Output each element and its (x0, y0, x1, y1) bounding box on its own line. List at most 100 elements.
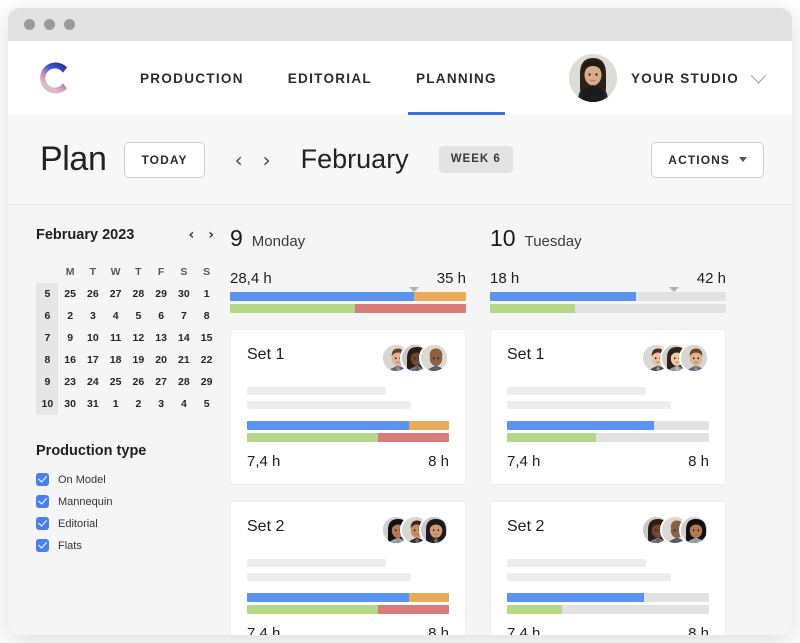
bar-segment (636, 292, 726, 301)
calendar-day[interactable]: 22 (195, 349, 218, 371)
card-bar-bottom (507, 605, 709, 614)
set-card[interactable]: Set 2 7,4 h 8 h (490, 501, 726, 635)
calendar-day[interactable]: 1 (104, 393, 127, 415)
week-number[interactable]: 8 (36, 349, 59, 371)
nav-link-planning[interactable]: PLANNING (394, 41, 519, 115)
bar-segment (247, 605, 379, 614)
card-bars (507, 421, 709, 442)
calendar-day[interactable]: 30 (59, 393, 82, 415)
calendar-day[interactable]: 28 (173, 371, 196, 393)
weekday-header: F (157, 266, 165, 278)
calendar-day[interactable]: 30 (173, 283, 196, 305)
bar-segment (408, 421, 449, 430)
nav-link-editorial[interactable]: EDITORIAL (266, 41, 394, 115)
next-month-button[interactable]: › (259, 148, 275, 172)
calendar-day[interactable]: 16 (59, 349, 82, 371)
checkbox-flats[interactable] (36, 539, 49, 552)
calendar-day[interactable]: 27 (150, 371, 173, 393)
card-header: Set 2 (507, 515, 709, 545)
calendar-day[interactable]: 19 (127, 349, 150, 371)
calendar-day[interactable]: 10 (82, 327, 105, 349)
user-menu[interactable]: YOUR STUDIO (568, 54, 767, 102)
set-card[interactable]: Set 2 7,4 h 8 h (230, 501, 466, 635)
week-number[interactable]: 7 (36, 327, 59, 349)
card-bar-top (507, 421, 709, 430)
calendar-day[interactable]: 31 (82, 393, 105, 415)
filter-on-model[interactable]: On Model (36, 473, 214, 486)
avatar-group[interactable] (381, 343, 449, 373)
calendar-day[interactable]: 28 (127, 283, 150, 305)
checkbox-editorial[interactable] (36, 517, 49, 530)
placeholder-line (247, 573, 411, 581)
calendar-day[interactable]: 18 (104, 349, 127, 371)
calendar-day[interactable]: 7 (173, 305, 196, 327)
calendar-day[interactable]: 2 (127, 393, 150, 415)
calendar-day[interactable]: 12 (127, 327, 150, 349)
filter-editorial[interactable]: Editorial (36, 517, 214, 530)
card-footer: 7,4 h 8 h (247, 625, 449, 635)
filter-mannequin[interactable]: Mannequin (36, 495, 214, 508)
bar-segment (355, 304, 466, 313)
calendar-day[interactable]: 26 (127, 371, 150, 393)
calendar-day[interactable]: 29 (195, 371, 218, 393)
brand-logo-icon[interactable] (32, 56, 76, 100)
calendar-day[interactable]: 2 (59, 305, 82, 327)
set-card[interactable]: Set 1 7,4 h 8 h (230, 329, 466, 485)
calendar-day[interactable]: 15 (195, 327, 218, 349)
calendar-day[interactable]: 1 (195, 283, 218, 305)
minimize-dot[interactable] (44, 19, 55, 30)
filter-label: Mannequin (58, 495, 113, 508)
maximize-dot[interactable] (64, 19, 75, 30)
calendar-day[interactable]: 4 (104, 305, 127, 327)
card-hours-target: 8 h (688, 453, 709, 470)
calendar-day[interactable]: 11 (104, 327, 127, 349)
calendar-day[interactable]: 24 (82, 371, 105, 393)
close-dot[interactable] (24, 19, 35, 30)
bar-segment (230, 304, 356, 313)
calendar-day[interactable]: 23 (59, 371, 82, 393)
calendar-day[interactable]: 8 (195, 305, 218, 327)
avatar-group[interactable] (641, 515, 709, 545)
week-number[interactable]: 9 (36, 371, 59, 393)
calendar-day[interactable]: 13 (150, 327, 173, 349)
filter-flats[interactable]: Flats (36, 539, 214, 552)
calendar-prev-button[interactable]: ‹ (188, 228, 194, 242)
filter-label: On Model (58, 473, 106, 486)
calendar-next-button[interactable]: › (208, 228, 214, 242)
actions-button[interactable]: ACTIONS (651, 141, 764, 178)
set-card[interactable]: Set 1 7,4 h 8 h (490, 329, 726, 485)
today-button[interactable]: TODAY (124, 141, 205, 178)
calendar-week-row: 5 25 26 27 28 29 30 1 (36, 283, 218, 305)
calendar-day[interactable]: 21 (173, 349, 196, 371)
calendar-day[interactable]: 5 (195, 393, 218, 415)
calendar-day[interactable]: 27 (104, 283, 127, 305)
avatar-group[interactable] (641, 343, 709, 373)
nav-link-production[interactable]: PRODUCTION (118, 41, 266, 115)
calendar-day[interactable]: 17 (82, 349, 105, 371)
week-number[interactable]: 10 (36, 393, 59, 415)
week-number[interactable]: 6 (36, 305, 59, 327)
week-number[interactable]: 5 (36, 283, 59, 305)
prev-month-button[interactable]: ‹ (231, 148, 247, 172)
card-header: Set 2 (247, 515, 449, 545)
calendar-day[interactable]: 3 (150, 393, 173, 415)
card-bar-bottom (247, 433, 449, 442)
calendar-day[interactable]: 26 (82, 283, 105, 305)
user-studio-label: YOUR STUDIO (630, 70, 739, 86)
calendar-day[interactable]: 20 (150, 349, 173, 371)
chevron-down-icon[interactable] (750, 67, 767, 83)
checkbox-on-model[interactable] (36, 473, 49, 486)
calendar-day[interactable]: 5 (127, 305, 150, 327)
bar-segment (408, 593, 449, 602)
avatar-group[interactable] (381, 515, 449, 545)
calendar-day[interactable]: 6 (150, 305, 173, 327)
calendar-day[interactable]: 14 (173, 327, 196, 349)
calendar-day[interactable]: 3 (82, 305, 105, 327)
calendar-day[interactable]: 4 (173, 393, 196, 415)
page-title: Plan (40, 140, 107, 178)
calendar-day[interactable]: 25 (59, 283, 82, 305)
calendar-day[interactable]: 25 (104, 371, 127, 393)
calendar-day[interactable]: 9 (59, 327, 82, 349)
calendar-day[interactable]: 29 (150, 283, 173, 305)
checkbox-mannequin[interactable] (36, 495, 49, 508)
